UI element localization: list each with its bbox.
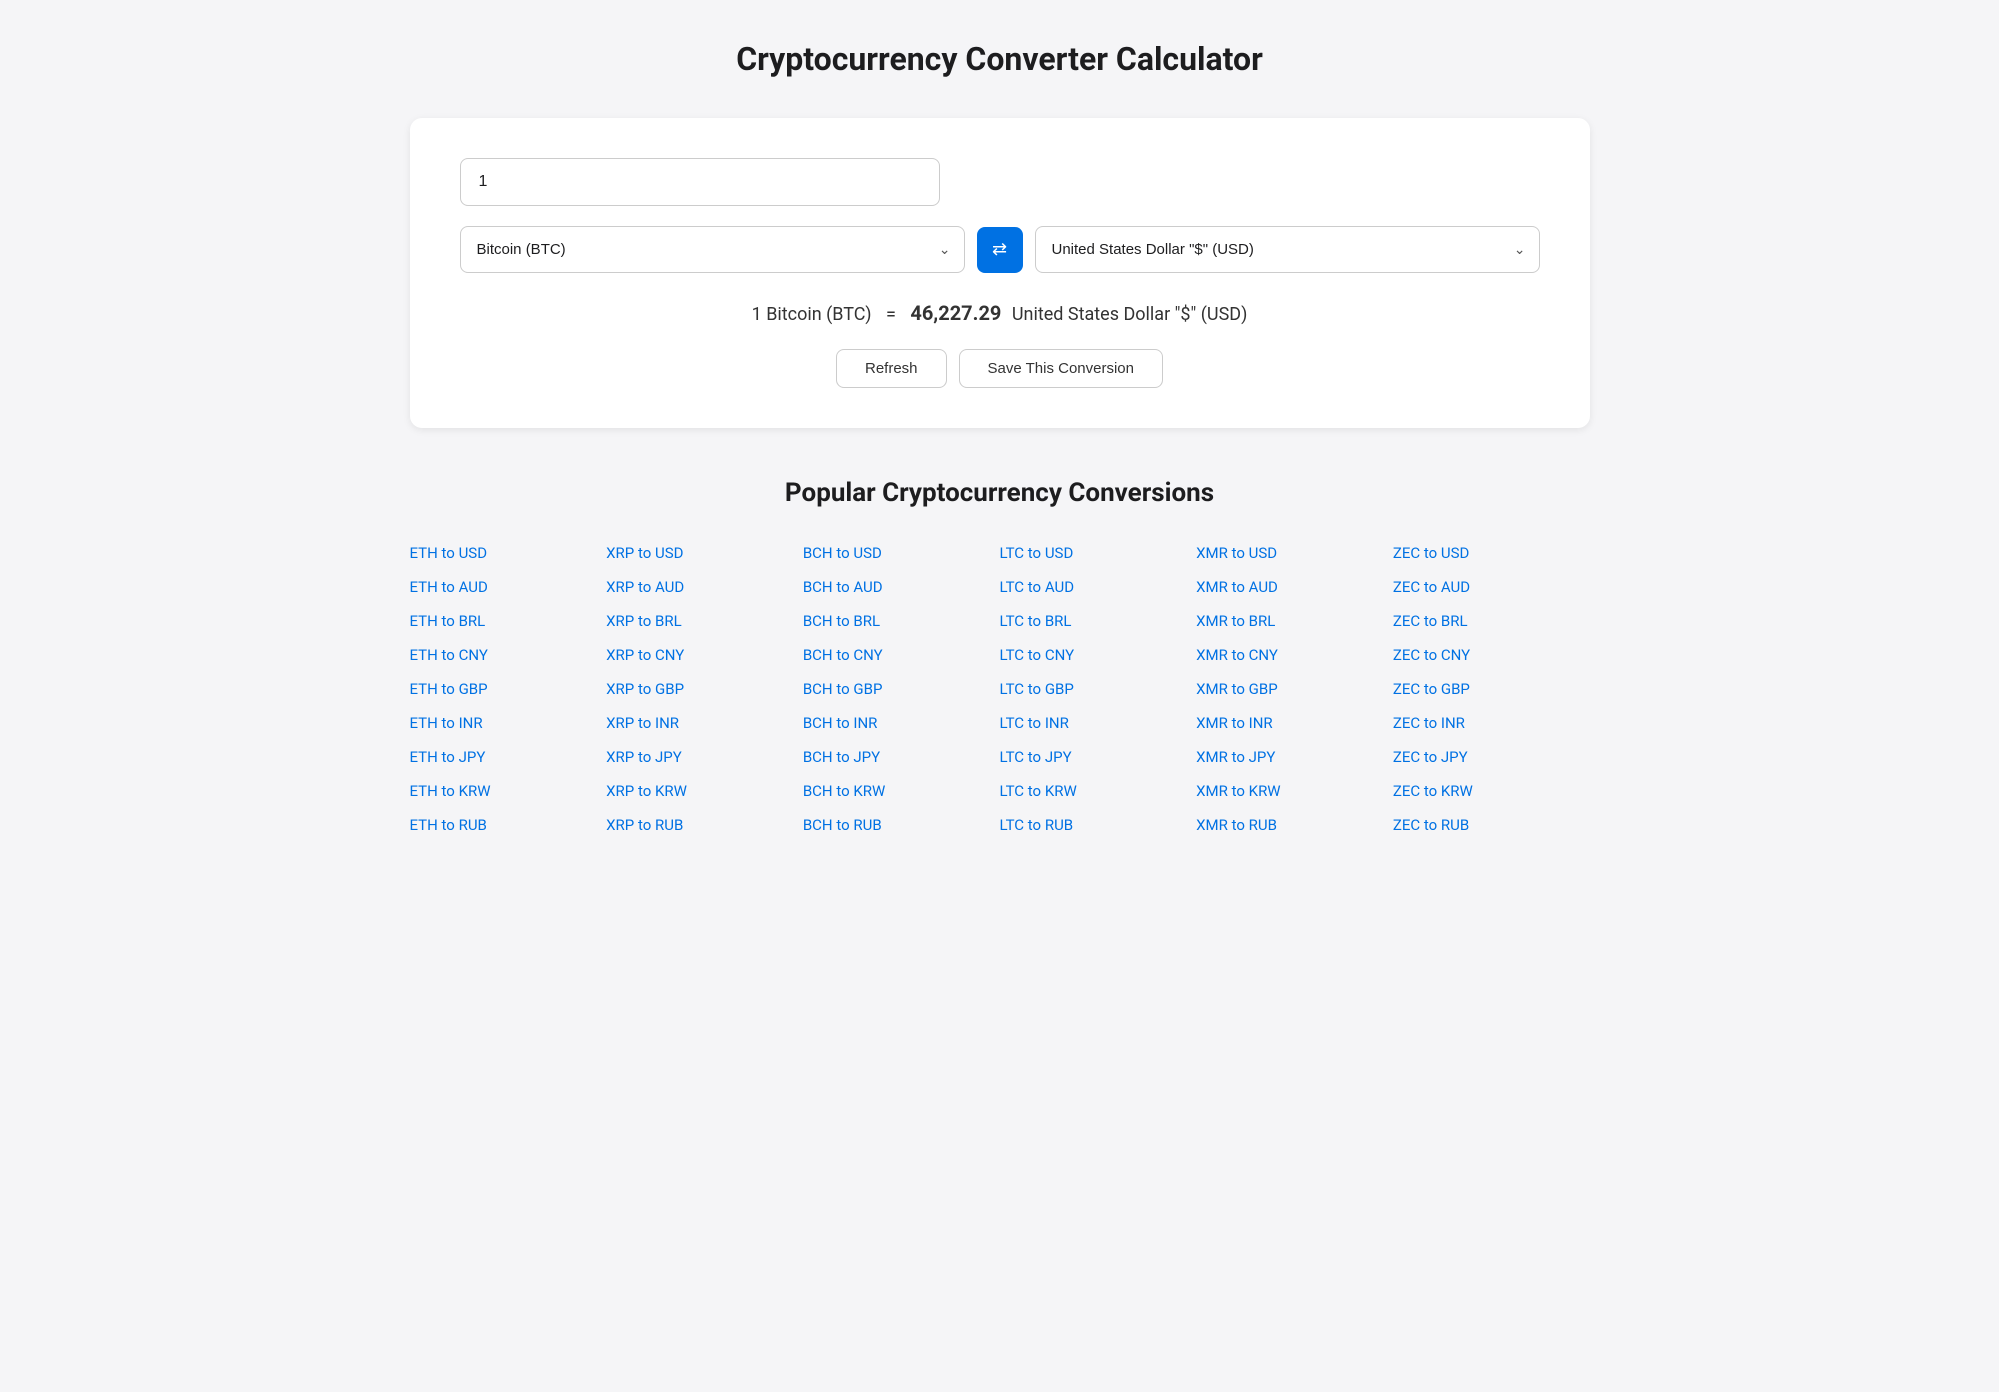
list-item[interactable]: XRP to JPY — [606, 742, 803, 772]
list-item[interactable]: XMR to AUD — [1196, 572, 1393, 602]
list-item[interactable]: XRP to INR — [606, 708, 803, 738]
list-item[interactable]: LTC to CNY — [1000, 640, 1197, 670]
result-currency: United States Dollar "$" (USD) — [1012, 304, 1248, 325]
list-item[interactable]: ETH to AUD — [410, 572, 607, 602]
list-item[interactable]: XRP to USD — [606, 538, 803, 568]
list-item[interactable]: LTC to INR — [1000, 708, 1197, 738]
result-label: 1 Bitcoin (BTC) — [752, 304, 872, 325]
actions-row: Refresh Save This Conversion — [460, 349, 1540, 388]
swap-button[interactable]: ⇄ — [977, 227, 1023, 273]
list-item[interactable]: XRP to BRL — [606, 606, 803, 636]
list-item[interactable]: XMR to INR — [1196, 708, 1393, 738]
list-item[interactable]: BCH to JPY — [803, 742, 1000, 772]
list-item[interactable]: BCH to AUD — [803, 572, 1000, 602]
list-item[interactable]: XMR to USD — [1196, 538, 1393, 568]
list-item[interactable]: LTC to RUB — [1000, 810, 1197, 840]
list-item[interactable]: LTC to JPY — [1000, 742, 1197, 772]
list-item[interactable]: ZEC to KRW — [1393, 776, 1590, 806]
list-item[interactable]: ZEC to JPY — [1393, 742, 1590, 772]
to-currency-select[interactable]: United States Dollar "$" (USD) — [1035, 226, 1540, 273]
list-item[interactable]: XRP to AUD — [606, 572, 803, 602]
from-currency-wrapper: Bitcoin (BTC) ⌄ — [460, 226, 965, 273]
list-item[interactable]: LTC to BRL — [1000, 606, 1197, 636]
list-item[interactable]: XMR to JPY — [1196, 742, 1393, 772]
list-item[interactable]: XMR to BRL — [1196, 606, 1393, 636]
list-item[interactable]: ETH to USD — [410, 538, 607, 568]
list-item[interactable]: BCH to GBP — [803, 674, 1000, 704]
list-item[interactable]: XRP to CNY — [606, 640, 803, 670]
list-item[interactable]: ZEC to CNY — [1393, 640, 1590, 670]
list-item[interactable]: LTC to AUD — [1000, 572, 1197, 602]
list-item[interactable]: BCH to CNY — [803, 640, 1000, 670]
list-item[interactable]: BCH to KRW — [803, 776, 1000, 806]
list-item[interactable]: ZEC to INR — [1393, 708, 1590, 738]
list-item[interactable]: ZEC to GBP — [1393, 674, 1590, 704]
list-item[interactable]: ETH to CNY — [410, 640, 607, 670]
list-item[interactable]: BCH to INR — [803, 708, 1000, 738]
list-item[interactable]: XMR to CNY — [1196, 640, 1393, 670]
list-item[interactable]: ZEC to RUB — [1393, 810, 1590, 840]
list-item[interactable]: XRP to RUB — [606, 810, 803, 840]
list-item[interactable]: BCH to USD — [803, 538, 1000, 568]
list-item[interactable]: XMR to GBP — [1196, 674, 1393, 704]
list-item[interactable]: ETH to RUB — [410, 810, 607, 840]
converter-card: Bitcoin (BTC) ⌄ ⇄ United States Dollar "… — [410, 118, 1590, 428]
conversions-grid: ETH to USDXRP to USDBCH to USDLTC to USD… — [410, 538, 1590, 840]
list-item[interactable]: ZEC to BRL — [1393, 606, 1590, 636]
list-item[interactable]: BCH to RUB — [803, 810, 1000, 840]
list-item[interactable]: ZEC to AUD — [1393, 572, 1590, 602]
result-equals: = — [886, 304, 896, 325]
list-item[interactable]: XRP to GBP — [606, 674, 803, 704]
list-item[interactable]: XMR to RUB — [1196, 810, 1393, 840]
to-currency-wrapper: United States Dollar "$" (USD) ⌄ — [1035, 226, 1540, 273]
amount-input[interactable] — [460, 158, 940, 206]
list-item[interactable]: LTC to GBP — [1000, 674, 1197, 704]
save-conversion-button[interactable]: Save This Conversion — [959, 349, 1163, 388]
page-title: Cryptocurrency Converter Calculator — [410, 40, 1590, 78]
list-item[interactable]: BCH to BRL — [803, 606, 1000, 636]
refresh-button[interactable]: Refresh — [836, 349, 947, 388]
swap-icon: ⇄ — [992, 239, 1007, 260]
list-item[interactable]: LTC to USD — [1000, 538, 1197, 568]
result-value: 46,227.29 — [910, 301, 1001, 325]
list-item[interactable]: LTC to KRW — [1000, 776, 1197, 806]
list-item[interactable]: ETH to BRL — [410, 606, 607, 636]
list-item[interactable]: ZEC to USD — [1393, 538, 1590, 568]
list-item[interactable]: ETH to JPY — [410, 742, 607, 772]
conversion-result: 1 Bitcoin (BTC) = 46,227.29 United State… — [460, 301, 1540, 325]
from-currency-select[interactable]: Bitcoin (BTC) — [460, 226, 965, 273]
popular-section-title: Popular Cryptocurrency Conversions — [410, 478, 1590, 508]
list-item[interactable]: XMR to KRW — [1196, 776, 1393, 806]
selectors-row: Bitcoin (BTC) ⌄ ⇄ United States Dollar "… — [460, 226, 1540, 273]
list-item[interactable]: ETH to INR — [410, 708, 607, 738]
list-item[interactable]: XRP to KRW — [606, 776, 803, 806]
list-item[interactable]: ETH to KRW — [410, 776, 607, 806]
list-item[interactable]: ETH to GBP — [410, 674, 607, 704]
